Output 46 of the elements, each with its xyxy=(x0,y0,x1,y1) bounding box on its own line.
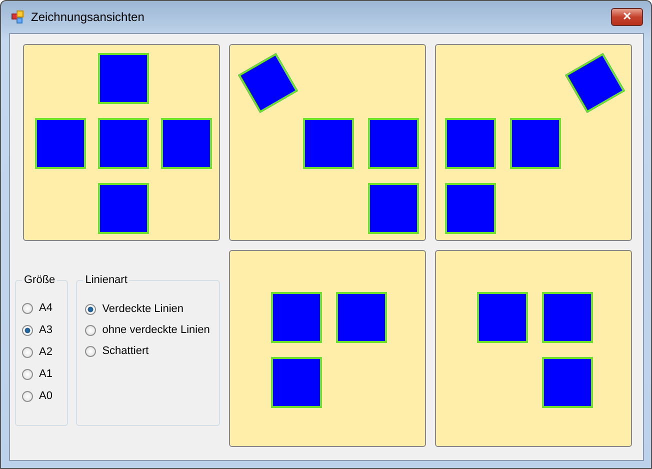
square-shape xyxy=(271,292,322,343)
radio-button[interactable] xyxy=(85,324,96,336)
radio-option[interactable]: ohne verdeckte Linien xyxy=(85,324,219,336)
radio-option[interactable]: Schattiert xyxy=(85,345,219,357)
radio-button[interactable] xyxy=(22,346,33,358)
radio-label: Verdeckte Linien xyxy=(102,303,184,315)
square-shape xyxy=(445,183,496,234)
group-title: Linienart xyxy=(83,274,130,286)
group-title: Größe xyxy=(22,274,58,286)
radio-option[interactable]: A3 xyxy=(22,324,68,336)
radio-button[interactable] xyxy=(22,390,33,402)
square-shape xyxy=(336,292,387,343)
square-shape xyxy=(161,118,212,169)
radio-button[interactable] xyxy=(85,346,96,356)
window-title: Zeichnungsansichten xyxy=(31,10,146,24)
square-shape xyxy=(98,118,149,169)
radio-option[interactable]: Verdeckte Linien xyxy=(85,303,219,315)
radio-label: A2 xyxy=(39,346,52,358)
close-button[interactable]: ✕ xyxy=(611,8,643,26)
square-shape xyxy=(445,118,496,169)
radio-button[interactable] xyxy=(85,304,96,314)
radio-label: A0 xyxy=(39,390,52,402)
radio-label: A1 xyxy=(39,368,52,380)
radio-option[interactable]: A4 xyxy=(22,302,68,314)
square-shape xyxy=(303,118,354,169)
radio-label: Schattiert xyxy=(102,345,149,357)
radio-button[interactable] xyxy=(22,368,33,380)
radio-option[interactable]: A2 xyxy=(22,346,68,358)
square-shape xyxy=(98,183,149,234)
app-icon xyxy=(11,10,25,24)
radio-button[interactable] xyxy=(22,324,33,336)
square-shape xyxy=(368,183,419,234)
square-shape xyxy=(542,292,593,343)
square-shape xyxy=(271,357,322,408)
square-shape xyxy=(368,118,419,169)
radio-option[interactable]: A1 xyxy=(22,368,68,380)
radio-label: ohne verdeckte Linien xyxy=(102,324,210,336)
radio-label: A4 xyxy=(39,302,52,314)
radio-button[interactable] xyxy=(22,302,33,314)
radio-label: A3 xyxy=(39,324,52,336)
square-shape xyxy=(477,292,528,343)
square-shape xyxy=(510,118,561,169)
square-shape xyxy=(542,357,593,408)
square-shape xyxy=(98,53,149,104)
square-shape xyxy=(35,118,86,169)
radio-option[interactable]: A0 xyxy=(22,390,68,402)
